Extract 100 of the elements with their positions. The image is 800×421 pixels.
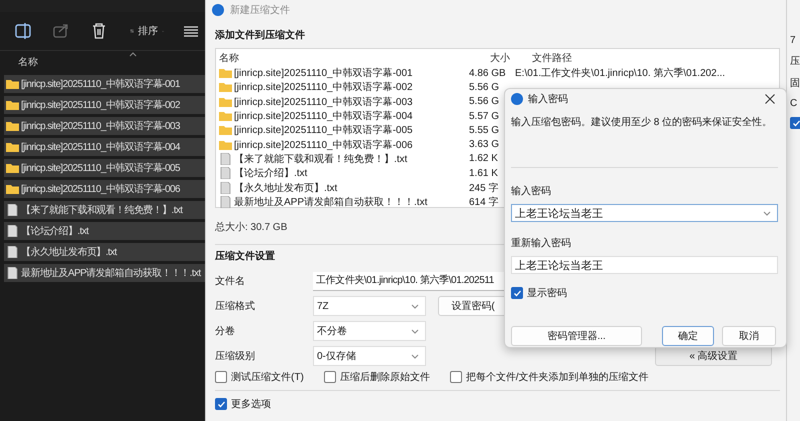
folder-icon	[6, 79, 19, 89]
checkbox[interactable]	[790, 117, 800, 129]
dialog-title: 输入密码	[528, 92, 568, 106]
column-header[interactable]: 大小	[469, 50, 528, 64]
file-name: [jinricp.site]20251110_中韩双语字幕-005	[21, 162, 180, 175]
filename-field[interactable]: 工作文件夹\01.jinricp\10. 第六季\01.202511	[313, 272, 506, 290]
file-name: [jinricp.site]20251110_中韩双语字幕-001	[234, 66, 413, 80]
close-icon	[765, 94, 775, 104]
document-icon	[6, 225, 19, 237]
document-icon	[6, 204, 19, 216]
label-text: 固	[790, 77, 800, 90]
file-name: [jinricp.site]20251110_中韩双语字幕-004	[21, 140, 180, 154]
rename-icon	[14, 22, 32, 40]
menu-icon	[184, 25, 198, 37]
chevron-icon	[763, 210, 771, 216]
file-name: 【来了就能下载和观看！纯免费！】.txt	[21, 204, 182, 217]
checkbox-label: 更多选项	[231, 398, 271, 411]
file-size: 5.55 G	[469, 124, 500, 136]
file-row[interactable]: 【永久地址发布页】.txt	[4, 243, 205, 261]
total-size: 总大小: 30.7 GB	[215, 220, 288, 234]
file-name: 【永久地址发布页】.txt	[234, 182, 338, 195]
column-header[interactable]: 文件路径	[528, 50, 572, 64]
sort-caret-icon	[129, 52, 137, 57]
file-path: E:\01.工作文件夹\01.jinricp\10. 第六季\01.202...	[514, 66, 726, 80]
file-name: [jinricp.site]20251110_中韩双语字幕-001	[21, 78, 180, 91]
folder-icon	[6, 184, 19, 194]
cancel-button[interactable]: 取消	[722, 326, 776, 346]
folder-icon	[219, 125, 232, 136]
app-icon	[511, 93, 523, 105]
advanced-settings-button[interactable]: « 高级设置	[655, 346, 772, 366]
file-row[interactable]: 【来了就能下载和观看！纯免费！】.txt	[4, 201, 205, 219]
file-size: 5.56 G	[469, 82, 500, 93]
file-row[interactable]: [jinricp.site]20251110_中韩双语字幕-004	[4, 138, 205, 156]
password-manager-button[interactable]: 密码管理器...	[511, 326, 642, 346]
folder-icon	[219, 68, 232, 78]
chevron-icon	[411, 354, 419, 358]
checkbox-label: 压缩后删除原始文件	[340, 370, 430, 384]
file-size: 614 字	[469, 196, 500, 209]
folder-icon	[6, 100, 19, 110]
checkbox[interactable]	[324, 371, 336, 383]
file-row[interactable]: [jinricp.site]20251110_中韩双语字幕-003	[4, 117, 205, 135]
section-title: 压缩文件设置	[215, 250, 276, 263]
file-row[interactable]: [jinricp.site]20251110_中韩双语字幕-002	[4, 96, 205, 114]
checkbox-label: 把每个文件/文件夹添加到单独的压缩文件	[466, 370, 649, 384]
checkbox[interactable]	[215, 398, 227, 410]
share-icon	[52, 22, 70, 40]
file-name: [jinricp.site]20251110_中韩双语字幕-004	[234, 110, 413, 124]
file-name: [jinricp.site]20251110_中韩双语字幕-003	[234, 96, 413, 109]
file-row[interactable]: [jinricp.site]20251110_中韩双语字幕-001	[4, 75, 205, 93]
document-icon	[219, 167, 232, 180]
file-name: 【来了就能下载和观看！纯免费！】.txt	[234, 152, 408, 166]
dropdown[interactable]: 0-仅存储	[313, 346, 426, 366]
file-name: 【永久地址发布页】.txt	[21, 246, 117, 259]
field-label: 文件名	[215, 274, 246, 288]
chevron-icon	[411, 328, 419, 334]
password-field[interactable]: 上老王论坛当老王	[511, 204, 778, 222]
label-text: C	[790, 98, 798, 109]
field-label: 输入密码	[511, 184, 552, 198]
trash-icon	[90, 22, 108, 40]
file-size: 1.62 K	[469, 153, 499, 164]
folder-icon	[6, 142, 19, 152]
checkbox[interactable]	[215, 371, 227, 383]
sort-button[interactable]: 排序	[124, 18, 170, 44]
file-name: [jinricp.site]20251110_中韩双语字幕-002	[234, 80, 413, 94]
file-row[interactable]: 最新地址及APP请发邮箱自动获取！！！.txt	[4, 264, 205, 282]
checkbox-label: 测试压缩文件(T)	[231, 370, 304, 384]
section-title: 添加文件到压缩文件	[215, 28, 306, 42]
file-row[interactable]: [jinricp.site]20251110_中韩双语字幕-006	[4, 180, 205, 198]
window-title: 新建压缩文件	[230, 4, 290, 17]
file-name: 【论坛介绍】.txt	[21, 224, 88, 238]
field-label: 重新输入密码	[511, 236, 572, 250]
document-icon	[219, 182, 232, 194]
folder-icon	[219, 82, 232, 92]
app-icon	[212, 4, 224, 16]
file-name: 最新地址及APP请发邮箱自动获取！！！.txt	[234, 196, 428, 209]
field-label: 压缩级别	[215, 350, 256, 363]
field-label: 分卷	[215, 325, 236, 338]
file-row[interactable]: 【论坛介绍】.txt	[4, 222, 205, 240]
label-text: 7	[790, 35, 796, 46]
file-name: 【论坛介绍】.txt	[234, 166, 308, 180]
checkbox[interactable]	[511, 287, 523, 299]
field-label: 压缩格式	[215, 300, 256, 313]
folder-icon	[6, 163, 19, 173]
document-icon	[219, 152, 232, 165]
file-row[interactable]: [jinricp.site]20251110_中韩双语字幕-005	[4, 159, 205, 177]
file-size: 3.63 G	[469, 139, 500, 150]
file-name: [jinricp.site]20251110_中韩双语字幕-006	[234, 138, 413, 152]
ok-button[interactable]: 确定	[662, 326, 714, 346]
checkbox[interactable]	[450, 371, 462, 383]
file-size: 5.56 G	[469, 96, 500, 108]
column-header[interactable]: 名称	[18, 55, 38, 69]
password-field[interactable]: 上老王论坛当老王	[511, 256, 778, 274]
chevron-icon	[411, 304, 419, 308]
column-header[interactable]: 名称	[216, 50, 469, 64]
folder-icon	[6, 121, 19, 131]
dropdown[interactable]: 不分卷	[313, 321, 426, 341]
label-text: 压	[790, 55, 800, 68]
dropdown[interactable]: 7Z	[313, 296, 426, 316]
file-name: 最新地址及APP请发邮箱自动获取！！！.txt	[21, 266, 201, 280]
file-size: 5.57 G	[469, 110, 500, 122]
